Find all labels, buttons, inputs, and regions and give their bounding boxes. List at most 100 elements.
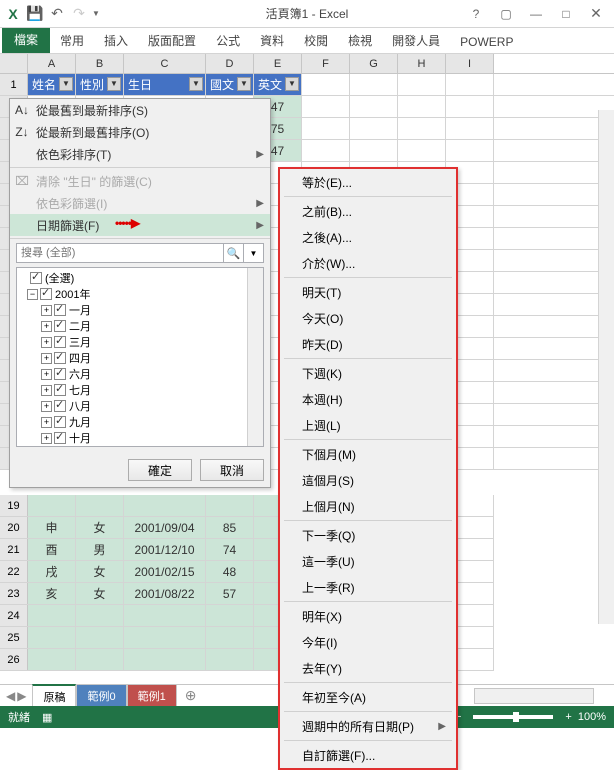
- row-header[interactable]: 19: [0, 495, 28, 516]
- cancel-button[interactable]: 取消: [200, 459, 264, 481]
- cell[interactable]: 申: [28, 517, 76, 538]
- cell[interactable]: [124, 495, 206, 516]
- filter-dropdown-icon[interactable]: ▼: [59, 77, 73, 91]
- cell[interactable]: [28, 627, 76, 648]
- ok-button[interactable]: 確定: [128, 459, 192, 481]
- cell[interactable]: 2001/08/22: [124, 583, 206, 604]
- expand-icon[interactable]: +: [41, 417, 52, 428]
- checkbox-icon[interactable]: [54, 384, 66, 396]
- submenu-item[interactable]: 等於(E)...: [280, 169, 456, 195]
- submenu-item[interactable]: 本週(H): [280, 386, 456, 412]
- tab-file[interactable]: 檔案: [2, 26, 50, 53]
- select-all-corner[interactable]: [0, 54, 28, 73]
- zoom-level[interactable]: 100%: [578, 711, 606, 723]
- tab-powerp[interactable]: POWERP: [450, 30, 523, 53]
- cell[interactable]: 57: [206, 583, 254, 604]
- cell[interactable]: 亥: [28, 583, 76, 604]
- cell[interactable]: [350, 74, 398, 95]
- table-header[interactable]: 國文▼: [206, 74, 254, 95]
- sheet-nav-next[interactable]: ▶: [17, 689, 26, 703]
- row-header[interactable]: 23: [0, 583, 28, 604]
- submenu-item[interactable]: 週期中的所有日期(P)▶: [280, 713, 456, 739]
- submenu-item[interactable]: 上週(L): [280, 412, 456, 438]
- submenu-item[interactable]: 這個月(S): [280, 467, 456, 493]
- row-header[interactable]: 26: [0, 649, 28, 670]
- submenu-item[interactable]: 昨天(D): [280, 331, 456, 357]
- submenu-item[interactable]: 下週(K): [280, 360, 456, 386]
- zoom-slider[interactable]: [473, 715, 553, 719]
- submenu-item[interactable]: 明年(X): [280, 603, 456, 629]
- expand-icon[interactable]: +: [41, 337, 52, 348]
- submenu-item[interactable]: 今年(I): [280, 629, 456, 655]
- cell[interactable]: [28, 649, 76, 670]
- tab-layout[interactable]: 版面配置: [138, 27, 206, 53]
- cell[interactable]: [206, 627, 254, 648]
- table-header[interactable]: 性別▼: [76, 74, 124, 95]
- expand-icon[interactable]: +: [41, 305, 52, 316]
- col-header[interactable]: A: [28, 54, 76, 73]
- checkbox-icon[interactable]: [54, 304, 66, 316]
- row-header[interactable]: 24: [0, 605, 28, 626]
- cell[interactable]: 2001/02/15: [124, 561, 206, 582]
- cell[interactable]: 女: [76, 517, 124, 538]
- cell[interactable]: [28, 495, 76, 516]
- ribbon-toggle[interactable]: ▢: [492, 4, 520, 24]
- submenu-item[interactable]: 上一季(R): [280, 574, 456, 600]
- row-header[interactable]: 25: [0, 627, 28, 648]
- row-header[interactable]: 22: [0, 561, 28, 582]
- tree-item[interactable]: (全選): [19, 270, 261, 286]
- sort-by-color[interactable]: 依色彩排序(T)▶: [10, 143, 270, 165]
- checkbox-icon[interactable]: [30, 272, 42, 284]
- row-header[interactable]: 21: [0, 539, 28, 560]
- cell[interactable]: [76, 605, 124, 626]
- checkbox-icon[interactable]: [54, 352, 66, 364]
- tree-item[interactable]: +一月: [19, 302, 261, 318]
- tree-item[interactable]: −2001年: [19, 286, 261, 302]
- cell[interactable]: 48: [206, 561, 254, 582]
- vertical-scrollbar[interactable]: [598, 110, 614, 624]
- expand-icon[interactable]: +: [41, 433, 52, 444]
- cell[interactable]: [124, 627, 206, 648]
- tree-item[interactable]: +四月: [19, 350, 261, 366]
- tree-item[interactable]: +二月: [19, 318, 261, 334]
- expand-icon[interactable]: +: [41, 369, 52, 380]
- close-button[interactable]: ✕: [582, 4, 610, 24]
- tree-item[interactable]: +八月: [19, 398, 261, 414]
- submenu-item[interactable]: 之前(B)...: [280, 198, 456, 224]
- checkbox-icon[interactable]: [54, 368, 66, 380]
- sort-newest-oldest[interactable]: Z↓從最新到最舊排序(O): [10, 121, 270, 143]
- submenu-item[interactable]: 介於(W)...: [280, 250, 456, 276]
- cell[interactable]: [446, 74, 494, 95]
- submenu-item[interactable]: 去年(Y): [280, 655, 456, 681]
- filter-tree[interactable]: (全選) −2001年+一月+二月+三月+四月+六月+七月+八月+九月+十月+十…: [16, 267, 264, 447]
- cell[interactable]: 2001/12/10: [124, 539, 206, 560]
- cell[interactable]: 74: [206, 539, 254, 560]
- submenu-item[interactable]: 明天(T): [280, 279, 456, 305]
- search-dropdown[interactable]: ▼: [244, 243, 264, 263]
- tree-item[interactable]: +七月: [19, 382, 261, 398]
- expand-icon[interactable]: +: [41, 321, 52, 332]
- filter-dropdown-icon[interactable]: ▼: [107, 77, 121, 91]
- col-header[interactable]: H: [398, 54, 446, 73]
- zoom-in[interactable]: +: [565, 711, 571, 723]
- checkbox-icon[interactable]: [54, 416, 66, 428]
- expand-icon[interactable]: +: [41, 353, 52, 364]
- tree-item[interactable]: +十一月: [19, 446, 261, 447]
- checkbox-icon[interactable]: [54, 400, 66, 412]
- date-filters[interactable]: 日期篩選(F)•••••▶▶: [10, 214, 270, 236]
- cell[interactable]: 戌: [28, 561, 76, 582]
- cell[interactable]: [28, 605, 76, 626]
- horizontal-scrollbar[interactable]: [474, 688, 594, 704]
- submenu-item[interactable]: 下個月(M): [280, 441, 456, 467]
- submenu-item[interactable]: 年初至今(A): [280, 684, 456, 710]
- cell[interactable]: [206, 605, 254, 626]
- help-button[interactable]: ?: [462, 4, 490, 24]
- save-icon[interactable]: 💾: [26, 5, 44, 23]
- sheet-tab[interactable]: 範例1: [127, 684, 177, 707]
- cell[interactable]: [76, 649, 124, 670]
- expand-icon[interactable]: +: [41, 401, 52, 412]
- minimize-button[interactable]: —: [522, 4, 550, 24]
- row-header[interactable]: 20: [0, 517, 28, 538]
- col-header[interactable]: F: [302, 54, 350, 73]
- cell[interactable]: [206, 649, 254, 670]
